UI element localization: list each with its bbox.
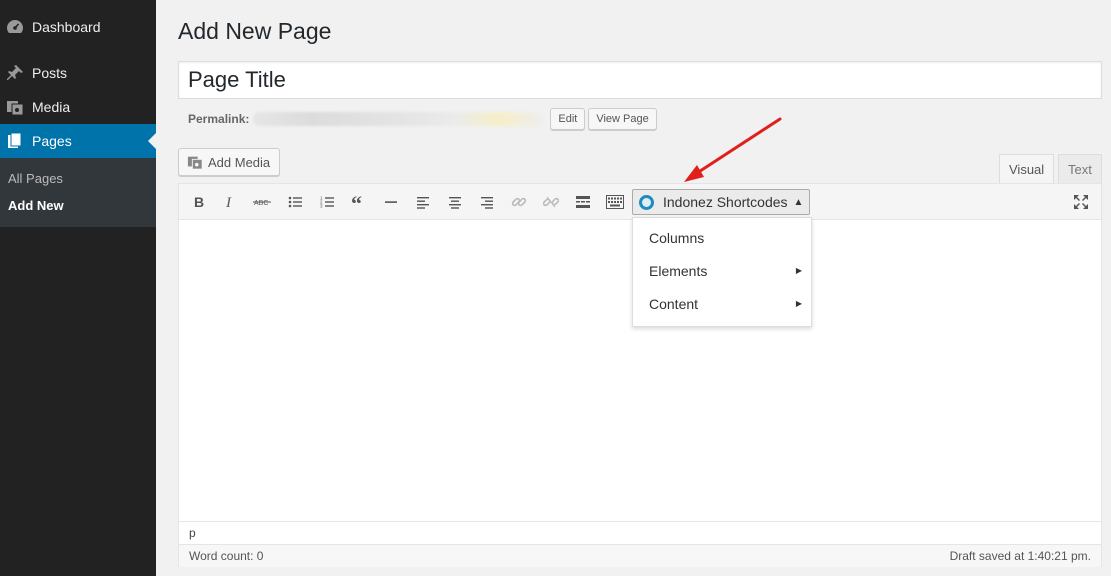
shortcodes-label: Indonez Shortcodes xyxy=(663,194,788,210)
editor-toolbar: B I ABC 123 “ Indonez Shortcodes ▲ xyxy=(179,184,1101,220)
sidebar-item-label: Dashboard xyxy=(32,19,101,35)
menu-item-content[interactable]: Content xyxy=(649,296,698,312)
sidebar-item-pages[interactable]: Pages xyxy=(0,124,156,158)
add-media-label: Add Media xyxy=(208,154,271,170)
align-center-icon[interactable] xyxy=(442,190,468,214)
caret-up-icon: ▲ xyxy=(793,196,804,208)
svg-text:ABC: ABC xyxy=(254,200,268,207)
permalink-row: Permalink: Edit View Page xyxy=(188,108,657,130)
submenu-arrow-icon: ▶ xyxy=(795,299,802,308)
sidebar-item-label: Media xyxy=(32,99,71,115)
submenu-item-add-new[interactable]: Add New xyxy=(8,198,64,213)
sidebar-item-media[interactable]: Media xyxy=(0,90,156,124)
shortcode-dropdown-menu: Columns Elements ▶ Content ▶ xyxy=(632,217,812,327)
tab-text[interactable]: Text xyxy=(1058,154,1102,184)
submenu-arrow-icon: ▶ xyxy=(795,266,802,275)
permalink-url-blurred[interactable] xyxy=(253,112,544,126)
svg-text:“: “ xyxy=(351,195,362,209)
pin-icon xyxy=(5,63,25,83)
admin-sidebar: Dashboard Posts Media Pages All Pages Ad… xyxy=(0,0,156,576)
pages-submenu: All Pages Add New xyxy=(0,158,156,227)
bold-icon[interactable]: B xyxy=(186,190,212,214)
link-icon[interactable] xyxy=(506,190,532,214)
pages-icon xyxy=(5,131,25,151)
dashboard-icon xyxy=(5,17,25,37)
indonez-logo-icon xyxy=(639,194,654,210)
blockquote-icon[interactable]: “ xyxy=(346,190,372,214)
edit-permalink-button[interactable]: Edit xyxy=(550,108,586,130)
permalink-label: Permalink: xyxy=(188,112,250,126)
menu-item-elements[interactable]: Elements xyxy=(649,263,707,279)
align-left-icon[interactable] xyxy=(410,190,436,214)
tab-visual[interactable]: Visual xyxy=(999,154,1055,184)
media-icon xyxy=(5,97,25,117)
sidebar-item-label: Posts xyxy=(32,65,68,81)
sidebar-item-dashboard[interactable]: Dashboard xyxy=(0,10,156,44)
element-path[interactable]: p xyxy=(179,521,1101,544)
sidebar-item-label: Pages xyxy=(32,133,72,149)
sidebar-item-posts[interactable]: Posts xyxy=(0,56,156,90)
italic-icon[interactable]: I xyxy=(217,190,243,214)
bullet-list-icon[interactable] xyxy=(282,190,308,214)
menu-item-columns[interactable]: Columns xyxy=(649,230,704,246)
unlink-icon[interactable] xyxy=(538,190,564,214)
view-page-button[interactable]: View Page xyxy=(588,108,657,130)
indonez-shortcodes-button[interactable]: Indonez Shortcodes ▲ xyxy=(632,189,811,215)
svg-text:B: B xyxy=(194,195,204,209)
editor-status-bar: Word count: 0 Draft saved at 1:40:21 pm. xyxy=(179,544,1101,567)
numbered-list-icon[interactable]: 123 xyxy=(314,190,340,214)
add-media-button[interactable]: Add Media xyxy=(178,148,281,176)
expand-icon[interactable] xyxy=(1068,190,1094,214)
horizontal-line-icon[interactable] xyxy=(378,190,404,214)
page-title: Add New Page xyxy=(178,18,332,44)
svg-text:3: 3 xyxy=(320,204,323,209)
read-more-icon[interactable] xyxy=(570,190,596,214)
draft-status: Draft saved at 1:40:21 pm. xyxy=(949,549,1091,563)
toolbar-toggle-icon[interactable] xyxy=(602,190,628,214)
submenu-item-all-pages[interactable]: All Pages xyxy=(8,171,63,186)
word-count: Word count: 0 xyxy=(189,549,264,563)
media-icon xyxy=(187,154,203,170)
align-right-icon[interactable] xyxy=(474,190,500,214)
svg-text:I: I xyxy=(225,195,232,209)
strikethrough-icon[interactable]: ABC xyxy=(249,190,275,214)
title-input[interactable]: Page Title xyxy=(178,61,1102,99)
